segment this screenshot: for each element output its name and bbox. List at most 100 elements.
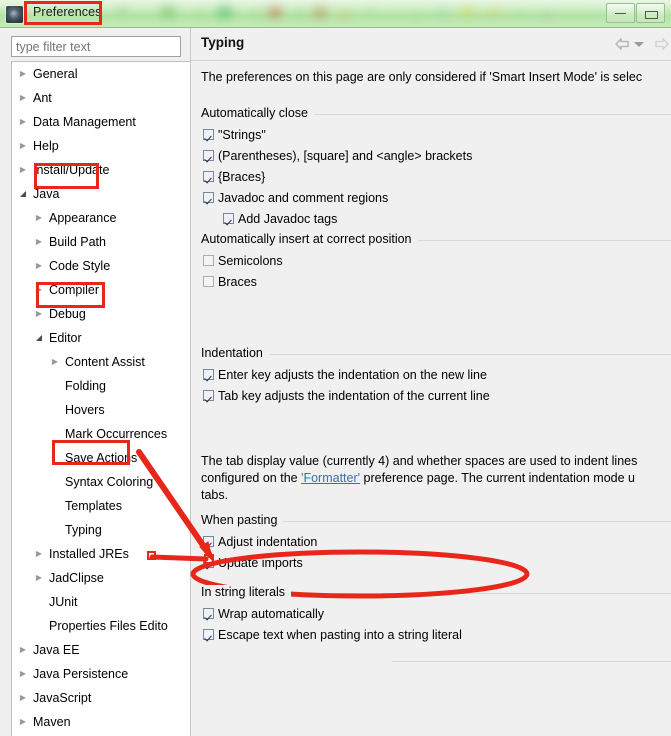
chevron-right-icon[interactable]: ▶ <box>16 134 30 158</box>
chevron-right-icon[interactable]: ▶ <box>16 158 30 182</box>
chevron-right-icon[interactable]: ▶ <box>16 110 30 134</box>
checkbox-adjust-indentation[interactable]: Adjust indentation <box>203 535 317 549</box>
sidebar-item-label: Build Path <box>49 235 106 249</box>
chevron-down-icon[interactable] <box>634 42 644 47</box>
checkbox-update-imports[interactable]: Update imports <box>203 556 303 570</box>
chevron-right-icon[interactable]: ▶ <box>32 206 46 230</box>
checkbox-insert-semicolons[interactable]: Semicolons <box>203 254 283 268</box>
chevron-right-icon[interactable]: ▶ <box>16 710 30 734</box>
sidebar-item-java[interactable]: ◢ Java <box>12 182 192 206</box>
checkbox-auto-close-braces[interactable]: {Braces} <box>203 170 265 184</box>
filter-input[interactable] <box>11 36 181 57</box>
page-header: Typing <box>191 28 671 61</box>
checkbox-tab-key-indent[interactable]: Tab key adjusts the indentation of the c… <box>203 389 490 403</box>
chevron-right-icon[interactable]: ▶ <box>48 350 62 374</box>
sidebar-item-hovers[interactable]: Hovers <box>12 398 192 422</box>
chevron-down-icon[interactable]: ◢ <box>16 182 30 206</box>
indentation-description-line2: configured on the 'Formatter' preference… <box>201 470 671 487</box>
group-label: Automatically insert at correct position <box>201 232 418 246</box>
window-title: Preferences <box>33 5 102 19</box>
sidebar-item-appearance[interactable]: ▶ Appearance <box>12 206 192 230</box>
group-label: In string literals <box>201 585 292 599</box>
sidebar-item-label: Ant <box>33 91 52 105</box>
back-icon[interactable] <box>615 37 631 51</box>
sidebar-item-label: Code Style <box>49 259 111 273</box>
sidebar-item-label: Syntax Coloring <box>65 475 154 489</box>
sidebar-item-maven[interactable]: ▶ Maven <box>12 710 192 734</box>
sidebar-item-label: Debug <box>49 307 86 321</box>
checkbox-label: Escape text when pasting into a string l… <box>218 628 462 642</box>
window-title-bar: Preferences <box>0 0 671 28</box>
checkbox-insert-braces[interactable]: Braces <box>203 275 257 289</box>
checkbox-auto-close-javadoc[interactable]: Javadoc and comment regions <box>203 191 388 205</box>
sidebar-item-properties-files-edito[interactable]: Properties Files Edito <box>12 614 192 638</box>
chevron-right-icon[interactable]: ▶ <box>16 86 30 110</box>
chevron-down-icon[interactable]: ◢ <box>32 326 46 350</box>
desc-text-after-link: preference page. The current indentation… <box>360 471 635 485</box>
sidebar-item-mark-occurrences[interactable]: Mark Occurrences <box>12 422 192 446</box>
checkbox-escape-text-pasting[interactable]: Escape text when pasting into a string l… <box>203 628 462 642</box>
sidebar-item-javascript[interactable]: ▶ JavaScript <box>12 686 192 710</box>
sidebar-item-save-actions[interactable]: Save Actions <box>12 446 192 470</box>
sidebar-item-install-update[interactable]: ▶ Install/Update <box>12 158 192 182</box>
checkbox-icon <box>203 629 214 640</box>
chevron-right-icon[interactable]: ▶ <box>16 62 30 86</box>
sidebar-item-jadclipse[interactable]: ▶ JadClipse <box>12 566 192 590</box>
sidebar-item-code-style[interactable]: ▶ Code Style <box>12 254 192 278</box>
checkbox-icon <box>203 557 214 568</box>
glass-blob <box>414 13 420 19</box>
checkbox-auto-close-strings[interactable]: "Strings" <box>203 128 266 142</box>
sidebar-item-compiler[interactable]: ▶ Compiler <box>12 278 192 302</box>
sidebar-item-data-management[interactable]: ▶ Data Management <box>12 110 192 134</box>
checkbox-icon <box>203 150 214 161</box>
minimize-button[interactable] <box>606 3 635 23</box>
sidebar-item-ant[interactable]: ▶ Ant <box>12 86 192 110</box>
chevron-right-icon[interactable]: ▶ <box>32 278 46 302</box>
dialog-body: ▶General▶Ant▶Data Management▶Help▶Instal… <box>0 28 671 736</box>
sidebar-item-syntax-coloring[interactable]: Syntax Coloring <box>12 470 192 494</box>
maximize-button[interactable] <box>636 3 665 23</box>
group-label: Automatically close <box>201 106 314 120</box>
sidebar-item-installed-jres[interactable]: ▶ Installed JREs <box>12 542 192 566</box>
checkbox-label: Semicolons <box>218 254 283 268</box>
chevron-right-icon[interactable]: ▶ <box>16 686 30 710</box>
formatter-link[interactable]: 'Formatter' <box>301 471 360 485</box>
sidebar-item-help[interactable]: ▶ Help <box>12 134 192 158</box>
bottom-rule <box>392 661 671 662</box>
sidebar-item-debug[interactable]: ▶ Debug <box>12 302 192 326</box>
sidebar-item-typing[interactable]: Typing <box>12 518 192 542</box>
checkbox-enter-key-indent[interactable]: Enter key adjusts the indentation on the… <box>203 368 487 382</box>
chevron-right-icon[interactable]: ▶ <box>32 254 46 278</box>
chevron-right-icon[interactable]: ▶ <box>32 542 46 566</box>
chevron-right-icon[interactable]: ▶ <box>32 230 46 254</box>
sidebar-item-build-path[interactable]: ▶ Build Path <box>12 230 192 254</box>
sidebar-item-java-persistence[interactable]: ▶ Java Persistence <box>12 662 192 686</box>
chevron-right-icon[interactable]: ▶ <box>32 566 46 590</box>
sidebar-item-templates[interactable]: Templates <box>12 494 192 518</box>
eclipse-app-icon <box>6 6 23 23</box>
page-title: Typing <box>201 35 245 50</box>
preferences-tree[interactable]: ▶ General ▶ Ant ▶ Data Management ▶ Help ▶ Instal… <box>11 61 192 736</box>
sidebar-item-label: Folding <box>65 379 106 393</box>
sidebar-item-label: Install/Update <box>33 163 110 177</box>
sidebar-item-junit[interactable]: JUnit <box>12 590 192 614</box>
checkbox-add-javadoc-tags[interactable]: Add Javadoc tags <box>223 212 337 226</box>
sidebar-item-java-ee[interactable]: ▶ Java EE <box>12 638 192 662</box>
chevron-right-icon[interactable]: ▶ <box>16 662 30 686</box>
group-rule <box>201 354 671 355</box>
checkbox-icon <box>203 276 214 287</box>
chevron-right-icon[interactable]: ▶ <box>16 638 30 662</box>
sidebar-item-general[interactable]: ▶ General <box>12 62 192 86</box>
sidebar-item-label: Compiler <box>49 283 100 297</box>
checkbox-wrap-automatically[interactable]: Wrap automatically <box>203 607 324 621</box>
forward-icon[interactable] <box>653 37 669 51</box>
checkbox-label: Add Javadoc tags <box>238 212 338 226</box>
sidebar-item-editor[interactable]: ◢ Editor <box>12 326 192 350</box>
sidebar-item-folding[interactable]: Folding <box>12 374 192 398</box>
chevron-right-icon[interactable]: ▶ <box>32 302 46 326</box>
checkbox-label: {Braces} <box>218 170 266 184</box>
sidebar-item-content-assist[interactable]: ▶ Content Assist <box>12 350 192 374</box>
checkbox-auto-close-brackets[interactable]: (Parentheses), [square] and <angle> brac… <box>203 149 472 163</box>
checkbox-icon <box>203 390 214 401</box>
sidebar-item-label: JUnit <box>49 595 78 609</box>
